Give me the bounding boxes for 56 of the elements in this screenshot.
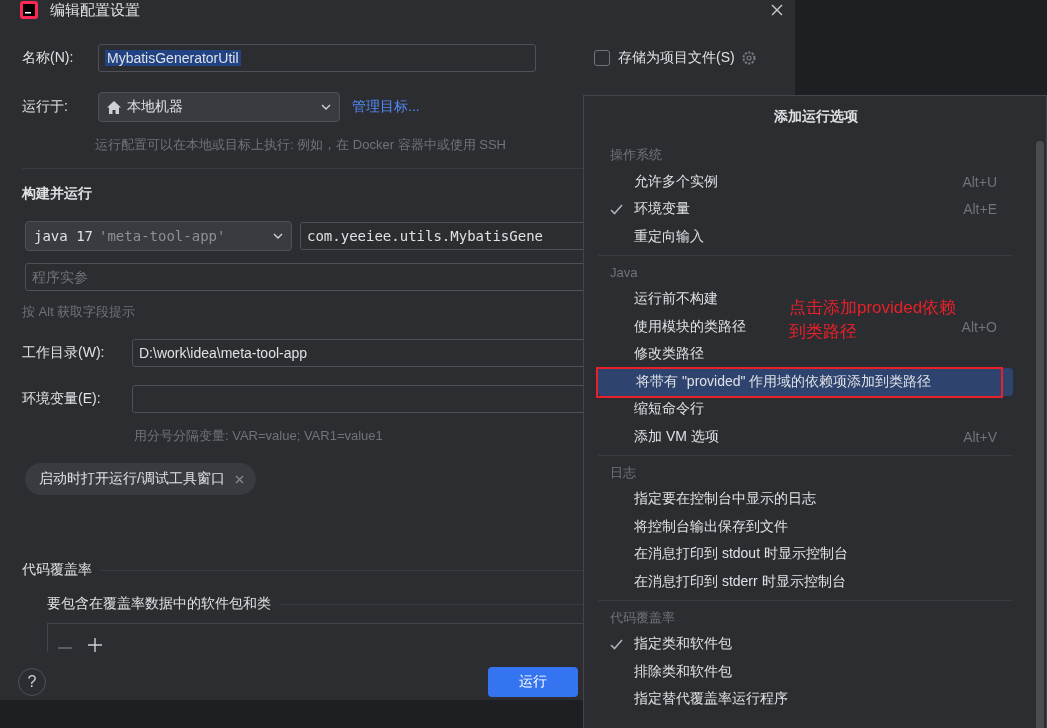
option-tag[interactable]: 启动时打开运行/调试工具窗口	[25, 463, 256, 495]
menu-title: 添加运行选项	[772, 108, 859, 126]
app-logo-icon	[20, 1, 38, 19]
menu-section-header: 日志	[609, 463, 637, 482]
section-title: 构建并运行	[22, 185, 93, 203]
gear-icon[interactable]	[740, 50, 757, 66]
jdk-dropdown[interactable]: java 17 'meta-tool-app'	[25, 221, 292, 251]
menu-item[interactable]: 使用模块的类路径	[598, 317, 746, 336]
run-on-hint: 运行配置可以在本地或目标上执行: 例如，在 Docker 容器中或使用 SSH	[95, 136, 506, 154]
store-checkbox[interactable]	[594, 50, 610, 66]
menu-section-header: 操作系统	[609, 146, 663, 164]
store-checkbox-label: 存储为项目文件(S)	[618, 49, 735, 67]
menu-item[interactable]: 指定替代覆盖率运行程序	[598, 690, 788, 709]
menu-item[interactable]: 添加 VM 选项	[598, 427, 719, 446]
manage-targets-link[interactable]: 管理目标...	[352, 98, 420, 116]
working-dir-label: 工作目录(W):	[22, 344, 106, 362]
caret-icon	[321, 104, 331, 110]
window-title: 编辑配置设置	[50, 0, 140, 20]
name-field[interactable]: MybatisGeneratorUtil	[98, 44, 536, 72]
env-vars-label: 环境变量(E):	[22, 390, 102, 408]
highlighted-row[interactable]: 将带有 "provided" 作用域的依赖项添加到类路径	[598, 368, 1013, 396]
run-on-label: 运行于:	[22, 98, 69, 116]
shortcut-text: Alt+E	[963, 201, 997, 218]
menu-item[interactable]: 在消息打印到 stderr 时显示控制台	[598, 572, 846, 591]
menu-item[interactable]: 指定要在控制台中显示的日志	[598, 490, 816, 509]
menu-item[interactable]: 环境变量	[598, 200, 690, 219]
shortcut-text: Alt+U	[962, 173, 997, 190]
menu-section-header: Java	[609, 264, 639, 282]
close-icon[interactable]	[771, 4, 783, 16]
menu-item[interactable]: 运行前不构建	[598, 290, 718, 309]
menu-item[interactable]: 将控制台输出保存到文件	[598, 517, 788, 536]
menu-item[interactable]: 排除类和软件包	[598, 662, 732, 681]
menu-item[interactable]: 允许多个实例	[598, 172, 718, 191]
plus-icon[interactable]	[88, 638, 102, 652]
scrollbar[interactable]	[1036, 141, 1044, 728]
caret-icon	[273, 233, 283, 239]
menu-item[interactable]: 重定向输入	[598, 227, 704, 246]
check-icon	[609, 203, 623, 215]
menu-item[interactable]: 缩短命令行	[598, 400, 704, 419]
name-label: 名称(N):	[22, 49, 75, 67]
run-button[interactable]: 运行	[488, 667, 578, 697]
coverage-subtitle: 要包含在覆盖率数据中的软件包和类	[47, 595, 271, 613]
menu-item[interactable]: 将带有 "provided" 作用域的依赖项添加到类路径	[600, 372, 932, 391]
target-dropdown[interactable]: 本地机器	[98, 92, 340, 122]
shortcut-text: Alt+O	[961, 318, 997, 335]
menu-item[interactable]: 修改类路径	[598, 345, 704, 364]
check-icon	[609, 638, 623, 650]
env-vars-hint: 用分号分隔变量: VAR=value; VAR1=value1	[134, 427, 383, 445]
menu-section-header: 代码覆盖率	[609, 608, 676, 627]
field-hint: 按 Alt 获取字段提示	[22, 303, 136, 321]
home-icon	[107, 100, 121, 114]
name-value: MybatisGeneratorUtil	[105, 50, 241, 66]
menu-item[interactable]: 在消息打印到 stdout 时显示控制台	[598, 545, 848, 564]
menu-item[interactable]: 指定类和软件包	[598, 635, 732, 654]
coverage-title: 代码覆盖率	[22, 561, 92, 579]
shortcut-text: Alt+V	[963, 428, 997, 445]
